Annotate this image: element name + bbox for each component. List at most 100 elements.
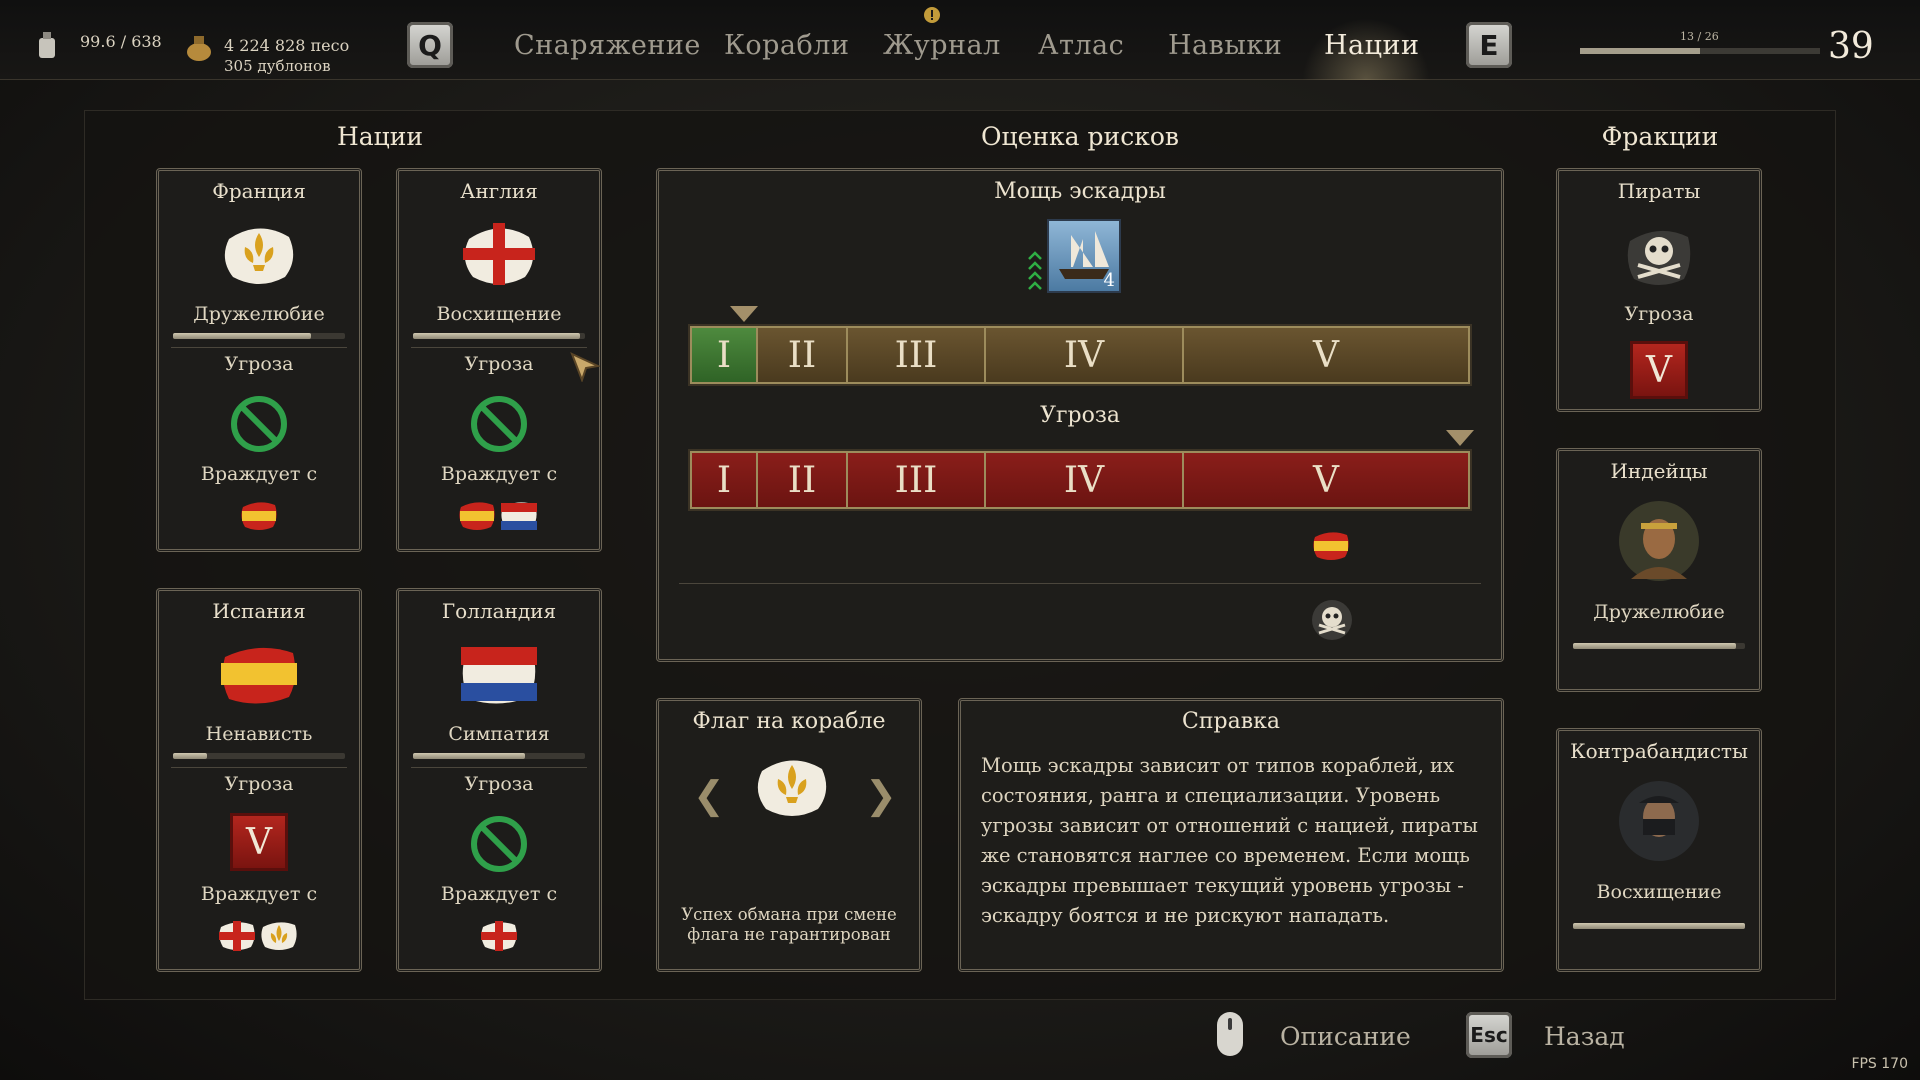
tab-skills[interactable]: Навыки <box>1168 30 1282 61</box>
relation-label: Восхищение <box>1596 881 1722 903</box>
relation-bar <box>1573 643 1745 649</box>
threat-label: Угроза <box>1624 303 1694 325</box>
holland-flag-icon <box>461 647 537 704</box>
faction-name: Пираты <box>1617 179 1701 203</box>
nation-card-holland[interactable]: Голландия Симпатия Угроза Враждует с <box>396 588 602 972</box>
flag-next-button[interactable]: ❯ <box>865 773 897 817</box>
hostile-flags <box>457 499 541 533</box>
relation-bar-fill <box>413 753 525 759</box>
power-scale-segment-I: I <box>692 328 758 382</box>
relation-bar <box>413 333 585 339</box>
tab-equipment[interactable]: Снаряжение <box>514 30 701 61</box>
pirate-skull-icon <box>1312 600 1352 640</box>
top-bar: 99.6 / 638 4 224 828 песо 305 дублонов Q… <box>0 0 1920 80</box>
relation-bar <box>1573 923 1745 929</box>
esc-key-label: Esc <box>1470 1023 1508 1047</box>
rank-chevrons-icon <box>1028 251 1042 290</box>
holland-flag-icon <box>501 502 537 530</box>
hostile-label: Враждует с <box>200 463 318 485</box>
power-scale-segment-IV: IV <box>986 328 1184 382</box>
tab-atlas[interactable]: Атлас <box>1038 30 1124 61</box>
squadron-power-scale: I II III IV V <box>690 326 1470 384</box>
france-flag-icon <box>757 760 827 816</box>
relation-bar-fill <box>173 333 311 339</box>
threat-badge: V <box>1630 341 1688 399</box>
threat-scale-segment-II: II <box>758 453 848 507</box>
relation-label: Дружелюбие <box>1593 601 1725 623</box>
esc-key[interactable]: Esc <box>1466 1012 1512 1058</box>
flag-note: Успех обмана при смене флага не гарантир… <box>681 905 897 944</box>
faction-card-smugglers[interactable]: Контрабандисты Восхищение <box>1556 728 1762 972</box>
help-panel: Справка Мощь эскадры зависит от типов ко… <box>958 698 1504 972</box>
xp-text: 13 / 26 <box>1680 30 1719 43</box>
threat-label: Угроза <box>224 773 294 795</box>
nation-name: Испания <box>212 599 306 623</box>
nation-name: Англия <box>460 179 538 203</box>
tab-journal[interactable]: Журнал <box>883 30 1001 61</box>
risk-heading: Оценка рисков <box>981 122 1179 151</box>
faction-card-indians[interactable]: Индейцы Дружелюбие <box>1556 448 1762 692</box>
relation-bar-fill <box>413 333 580 339</box>
flag-prev-button[interactable]: ❮ <box>693 773 725 817</box>
relation-label: Симпатия <box>448 723 550 745</box>
tab-nations[interactable]: Нации <box>1324 30 1420 61</box>
next-tab-key[interactable]: E <box>1466 22 1512 68</box>
relation-bar-fill <box>1573 643 1737 649</box>
indian-portrait-icon <box>1619 501 1699 581</box>
threat-level: V <box>1646 349 1672 391</box>
faction-name: Контрабандисты <box>1570 739 1748 763</box>
threat-scale-segment-III: III <box>848 453 986 507</box>
no-threat-icon <box>231 396 287 452</box>
alert-icon <box>924 7 940 23</box>
squadron-ship-icon[interactable]: 4 <box>1047 219 1121 293</box>
prev-tab-key[interactable]: Q <box>407 22 453 68</box>
power-scale-segment-III: III <box>848 328 986 382</box>
smuggler-portrait-icon <box>1619 781 1699 861</box>
xp-bar-fill <box>1580 48 1700 54</box>
nation-name: Голландия <box>441 599 557 623</box>
threat-scale-segment-I: I <box>692 453 758 507</box>
spain-flag-icon <box>221 647 297 704</box>
hostile-flags <box>217 919 301 953</box>
card-divider <box>171 767 347 768</box>
threat-title: Угроза <box>1040 403 1120 428</box>
relation-bar <box>413 753 585 759</box>
tab-ships[interactable]: Корабли <box>724 30 849 61</box>
card-divider <box>171 347 347 348</box>
back-button[interactable]: Назад <box>1544 1022 1625 1051</box>
help-title: Справка <box>1182 709 1280 734</box>
card-divider <box>411 767 587 768</box>
describe-button[interactable]: Описание <box>1280 1022 1411 1051</box>
relation-label: Ненависть <box>205 723 313 745</box>
threat-scale-segment-IV: IV <box>986 453 1184 507</box>
spain-flag-icon <box>459 502 495 530</box>
england-flag-icon <box>463 223 535 285</box>
france-flag-icon <box>261 922 297 950</box>
threat-scale-segment-V: V <box>1184 453 1468 507</box>
xp-bar <box>1580 48 1820 54</box>
threat-label: Угроза <box>224 353 294 375</box>
ship-flag-title: Флаг на корабле <box>692 709 886 734</box>
hostile-label: Враждует с <box>440 463 558 485</box>
risk-panel: Мощь эскадры 4 Угроза <box>656 168 1504 662</box>
nation-card-france[interactable]: Франция Дружелюбие Угроза Враждует с <box>156 168 362 552</box>
no-threat-icon <box>471 816 527 872</box>
card-divider <box>411 347 587 348</box>
power-scale-segment-II: II <box>758 328 848 382</box>
threat-badge: V <box>230 813 288 871</box>
money-bag-icon <box>187 36 211 61</box>
relation-label: Восхищение <box>436 303 562 325</box>
france-flag-icon <box>224 228 294 284</box>
weight-value: 99.6 / 638 <box>80 32 162 51</box>
relation-bar-fill <box>173 753 208 759</box>
relation-label: Дружелюбие <box>193 303 325 325</box>
threat-label: Угроза <box>464 353 534 375</box>
nation-card-spain[interactable]: Испания Ненависть Угроза V Враждует с <box>156 588 362 972</box>
threat-level: V <box>246 821 272 863</box>
hostile-label: Враждует с <box>200 883 318 905</box>
pirate-skull-icon <box>1627 230 1691 285</box>
relation-bar-fill <box>1573 923 1745 929</box>
faction-card-pirates[interactable]: Пираты Угроза V <box>1556 168 1762 412</box>
ship-flag-panel: Флаг на корабле ❮ ❯ Успех обмана при сме… <box>656 698 922 972</box>
player-level: 39 <box>1828 26 1874 67</box>
